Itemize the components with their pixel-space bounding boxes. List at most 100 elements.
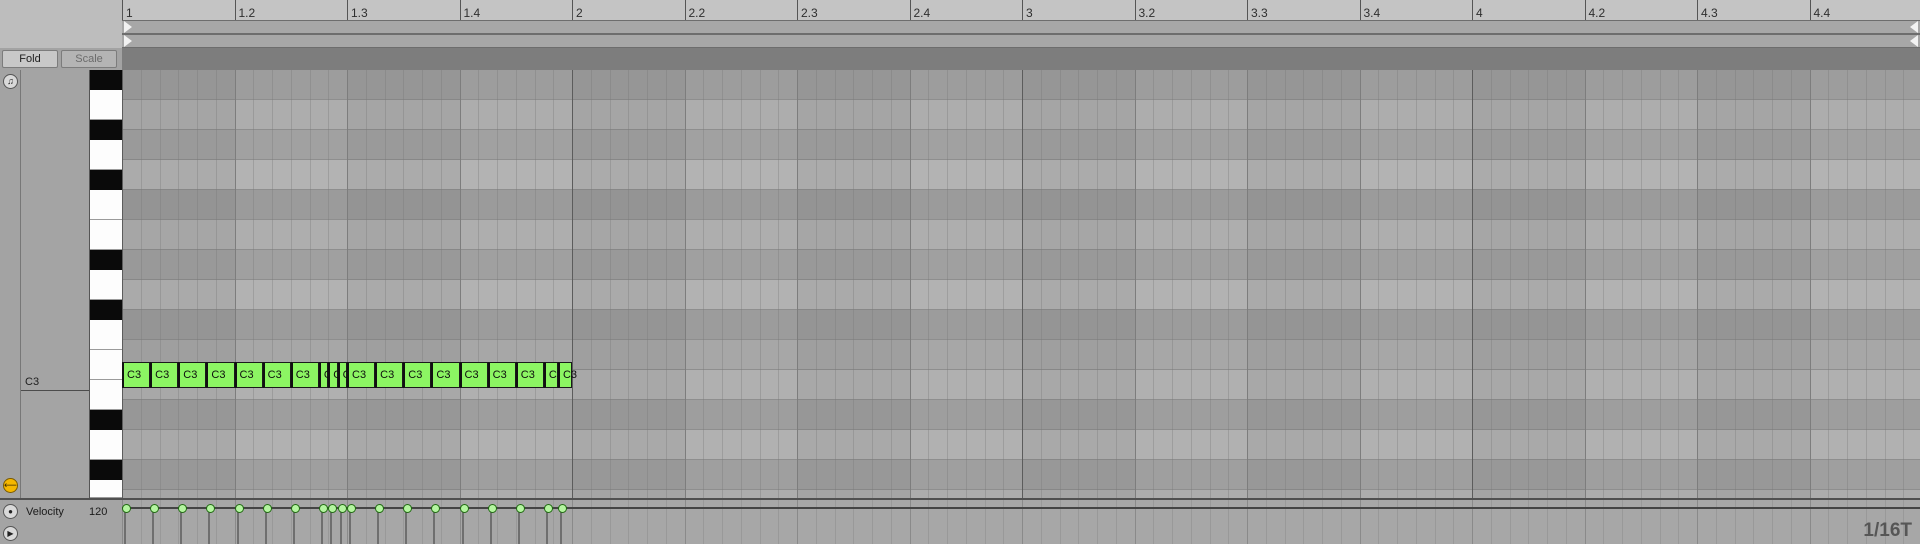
note-pitch-label: C3: [492, 369, 507, 381]
velocity-stem[interactable]: [180, 508, 183, 544]
note-grid[interactable]: C3C3C3C3C3C3C3C3C3C3C3C3C3C3C3C3C3C3C3: [122, 70, 1920, 498]
midi-note[interactable]: C3: [557, 362, 577, 388]
velocity-handle[interactable]: [431, 504, 441, 513]
velocity-stem[interactable]: [264, 508, 267, 544]
velocity-stem[interactable]: [339, 508, 342, 544]
piano-black-key[interactable]: [90, 460, 123, 480]
velocity-lane-toggle-icon[interactable]: ●: [3, 504, 18, 519]
piano-white-key[interactable]: [90, 430, 123, 460]
fold-button[interactable]: Fold: [2, 50, 58, 68]
velocity-stem[interactable]: [405, 508, 408, 544]
velocity-handle[interactable]: [347, 504, 356, 513]
loop-end-marker-icon[interactable]: [1910, 21, 1918, 33]
piano-black-key[interactable]: [90, 250, 123, 270]
velocity-stem[interactable]: [292, 508, 295, 544]
velocity-handle[interactable]: [150, 504, 160, 513]
velocity-expand-icon[interactable]: ▶: [3, 526, 18, 541]
velocity-handle[interactable]: [487, 504, 497, 513]
velocity-handle[interactable]: [543, 504, 553, 513]
velocity-stem[interactable]: [433, 508, 436, 544]
note-name-column: C3: [21, 70, 89, 498]
piano-black-key[interactable]: [90, 120, 123, 140]
piano-white-key[interactable]: [90, 190, 123, 220]
piano-black-key[interactable]: [90, 70, 123, 90]
velocity-handle[interactable]: [375, 504, 385, 513]
velocity-handle[interactable]: [328, 504, 338, 513]
velocity-handle[interactable]: [290, 504, 300, 513]
velocity-stem[interactable]: [559, 508, 562, 544]
start-end-marker-bar[interactable]: [122, 34, 1920, 48]
midi-note[interactable]: C3: [487, 362, 516, 388]
piano-white-key[interactable]: [90, 270, 123, 300]
subdivision-grid-line: [703, 70, 704, 498]
velocity-handle[interactable]: [122, 504, 131, 513]
velocity-handle[interactable]: [234, 504, 244, 513]
midi-note[interactable]: C3: [122, 362, 151, 388]
preview-headphone-icon[interactable]: ♫: [3, 74, 18, 89]
ruler-tick: [1022, 0, 1023, 20]
velocity-stem[interactable]: [236, 508, 239, 544]
velocity-handle[interactable]: [318, 504, 328, 513]
ruler-tick: [572, 0, 573, 20]
velocity-stem[interactable]: [320, 508, 323, 544]
piano-white-key[interactable]: [90, 350, 123, 380]
piano-black-key[interactable]: [90, 300, 123, 320]
midi-note[interactable]: C3: [150, 362, 179, 388]
velocity-handle[interactable]: [515, 504, 525, 513]
velocity-editor-area[interactable]: [122, 500, 1920, 544]
midi-note[interactable]: C3: [206, 362, 235, 388]
midi-note[interactable]: C3: [178, 362, 207, 388]
midi-note[interactable]: C3: [262, 362, 291, 388]
preview-switch-icon[interactable]: ⟵: [3, 478, 18, 493]
midi-note[interactable]: C3: [403, 362, 432, 388]
velocity-handle[interactable]: [178, 504, 188, 513]
piano-keyboard[interactable]: [89, 70, 124, 498]
piano-white-key[interactable]: [90, 380, 123, 410]
midi-note[interactable]: C3: [347, 362, 376, 388]
velocity-handle[interactable]: [206, 504, 216, 513]
start-marker-icon[interactable]: [124, 35, 132, 47]
velocity-stem[interactable]: [152, 508, 155, 544]
velocity-handle[interactable]: [403, 504, 413, 513]
velocity-stem[interactable]: [489, 508, 492, 544]
scale-button[interactable]: Scale: [61, 50, 117, 68]
piano-white-key[interactable]: [90, 480, 123, 498]
grid-resolution-label[interactable]: 1/16T: [1863, 520, 1912, 542]
velocity-stem[interactable]: [377, 508, 380, 544]
piano-white-key[interactable]: [90, 220, 123, 250]
midi-note[interactable]: C3: [328, 362, 347, 388]
velocity-stem[interactable]: [330, 508, 333, 544]
midi-note[interactable]: C3: [543, 362, 563, 388]
velocity-handle[interactable]: [459, 504, 469, 513]
velocity-stem[interactable]: [517, 508, 520, 544]
velocity-stem[interactable]: [349, 508, 351, 544]
piano-white-key[interactable]: [90, 140, 123, 170]
subdivision-grid-line: [1097, 70, 1098, 498]
velocity-handle[interactable]: [262, 504, 272, 513]
piano-white-key[interactable]: [90, 90, 123, 120]
velocity-handle[interactable]: [557, 504, 567, 513]
loop-start-marker-icon[interactable]: [124, 21, 132, 33]
velocity-stem[interactable]: [545, 508, 548, 544]
midi-note[interactable]: C3: [375, 362, 404, 388]
subdivision-grid-line: [441, 70, 442, 498]
midi-note[interactable]: C3: [431, 362, 460, 388]
piano-black-key[interactable]: [90, 410, 123, 430]
subdivision-grid-line: [1603, 70, 1604, 498]
velocity-stem[interactable]: [124, 508, 126, 544]
piano-white-key[interactable]: [90, 320, 123, 350]
midi-note[interactable]: C3: [515, 362, 544, 388]
beat-time-ruler[interactable]: 1 1.2 1.3 1.4 2 2.2 2.3 2.4 3 3.2 3.3 3.4 4 4.2 4.3 4.4: [0, 0, 1920, 21]
midi-note[interactable]: C3: [337, 362, 357, 388]
end-marker-icon[interactable]: [1910, 35, 1918, 47]
piano-black-key[interactable]: [90, 170, 123, 190]
midi-note[interactable]: C3: [459, 362, 488, 388]
velocity-handle[interactable]: [337, 504, 347, 513]
midi-note[interactable]: C3: [318, 362, 338, 388]
velocity-stem[interactable]: [208, 508, 211, 544]
midi-note[interactable]: C3: [234, 362, 263, 388]
beat-grid-line: [1022, 70, 1023, 498]
loop-brace-bar[interactable]: [122, 20, 1920, 34]
midi-note[interactable]: C3: [290, 362, 319, 388]
velocity-stem[interactable]: [461, 508, 464, 544]
